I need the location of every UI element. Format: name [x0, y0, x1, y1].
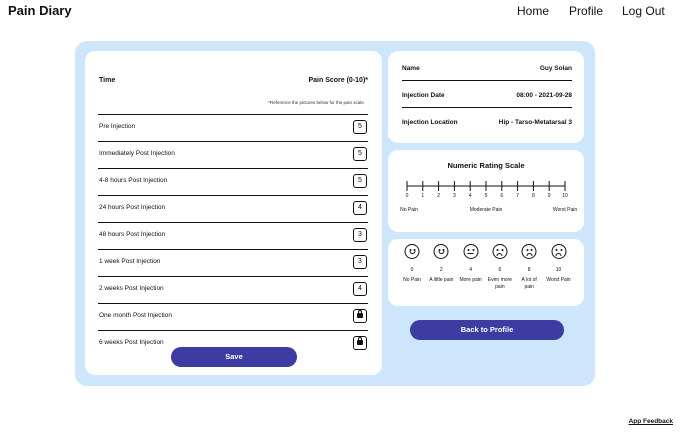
date-label: Injection Date [402, 92, 445, 99]
row-label: One month Post Injection [99, 312, 172, 319]
date-value: 08:00 - 2021-09-28 [516, 92, 572, 99]
lock-icon [357, 337, 363, 345]
save-button[interactable]: Save [171, 347, 297, 367]
scale-high-label: Worst Pain [552, 207, 578, 213]
face-value: 0 [410, 267, 414, 273]
location-value: Hip - Tarso-Metatarsal 3 [498, 119, 572, 126]
score-input[interactable]: 4 [353, 282, 367, 296]
face-value: 6 [498, 267, 502, 273]
score-input[interactable]: 3 [353, 228, 367, 242]
frown-face-icon [492, 244, 508, 259]
pain-diary-card: Time Pain Score (0-10)* *Reference the p… [85, 51, 382, 375]
scale-tick-label: 4 [468, 193, 472, 199]
scale-tick-label: 9 [547, 193, 551, 199]
scale-mid-label: Moderate Pain [469, 207, 503, 213]
row-label: 2 weeks Post Injection [99, 285, 164, 292]
info-row-name: Name Guy Solan [402, 55, 572, 81]
diary-row: 2 weeks Post Injection 4 [98, 276, 368, 303]
neutral-face-icon [463, 244, 479, 259]
scale-tick-label: 5 [484, 193, 488, 199]
name-value: Guy Solan [539, 65, 572, 72]
scale-note: *Reference the pictures below for the pa… [268, 100, 365, 105]
lock-icon [357, 310, 363, 318]
score-input[interactable]: 5 [353, 174, 367, 188]
scale-tick-label: 0 [405, 193, 409, 199]
scale-line [406, 181, 566, 191]
row-label: 4-8 hours Post Injection [99, 177, 168, 184]
sad-face-icon [521, 244, 537, 259]
face-value: 8 [527, 267, 531, 273]
scale-tick-label: 1 [421, 193, 425, 199]
info-row-date: Injection Date 08:00 - 2021-09-28 [402, 82, 572, 108]
scale-title: Numeric Rating Scale [447, 161, 525, 170]
score-input[interactable]: 5 [353, 147, 367, 161]
scale-tick-label: 2 [437, 193, 440, 199]
nav-home-link[interactable]: Home [517, 4, 549, 18]
scale-tick-label: 6 [500, 193, 504, 199]
patient-info-card: Name Guy Solan Injection Date 08:00 - 20… [388, 51, 584, 143]
diary-row: Pre Injection 5 [98, 114, 368, 141]
scale-tick-label: 7 [516, 193, 519, 199]
score-input[interactable]: 4 [353, 201, 367, 215]
smile-face-icon [433, 244, 449, 259]
nav-logout-link[interactable]: Log Out [622, 4, 665, 18]
face-value: 2 [439, 267, 443, 273]
grin-face-icon [404, 244, 420, 259]
faces-scale-card: 0 No Pain 2 A little pain 4 More pain 6 Even mo… [388, 239, 584, 306]
crying-face-icon [551, 244, 566, 259]
numeric-rating-scale-card: Numeric Rating Scale 0 1 2 3 4 5 6 7 8 9 10 No Pai… [388, 150, 584, 232]
diary-row: 48 hours Post Injection 3 [98, 222, 368, 249]
scale-tick-label: 3 [453, 193, 456, 199]
face-label: A lot of pain [521, 277, 537, 290]
face-label: Worst Pain [546, 277, 571, 283]
score-header: Pain Score (0-10)* [308, 77, 368, 84]
locked-score [353, 309, 367, 323]
face-label: Even more pain [487, 277, 512, 290]
scale-tick-label: 10 [562, 193, 568, 199]
face-value: 10 [555, 267, 562, 273]
back-to-profile-button[interactable]: Back to Profile [410, 320, 564, 340]
location-label: Injection Location [402, 119, 458, 126]
nav-profile-link[interactable]: Profile [569, 4, 603, 18]
time-header: Time [99, 77, 116, 84]
diary-row: 4-8 hours Post Injection 5 [98, 168, 368, 195]
app-feedback-link[interactable]: App Feedback [629, 418, 673, 425]
diary-row: 1 week Post Injection 3 [98, 249, 368, 276]
app-title: Pain Diary [8, 3, 72, 18]
score-input[interactable]: 5 [353, 120, 367, 134]
row-label: 24 hours Post Injection [99, 204, 166, 211]
face-value: 4 [469, 267, 472, 273]
diary-row: 24 hours Post Injection 4 [98, 195, 368, 222]
face-label: A little pain [429, 277, 454, 283]
row-label: 1 week Post Injection [99, 258, 161, 265]
face-label: No Pain [403, 277, 421, 283]
diary-row: Immediately Post Injection 5 [98, 141, 368, 168]
info-row-location: Injection Location Hip - Tarso-Metatarsa… [402, 109, 572, 135]
score-input[interactable]: 3 [353, 255, 367, 269]
scale-tick-label: 8 [532, 193, 535, 199]
main-panel: Time Pain Score (0-10)* *Reference the p… [75, 41, 595, 386]
scale-low-label: No Pain [400, 207, 418, 213]
row-label: Immediately Post Injection [99, 150, 175, 157]
diary-row: One month Post Injection [98, 303, 368, 330]
name-label: Name [402, 65, 420, 72]
row-label: Pre Injection [99, 123, 136, 130]
locked-score [353, 336, 367, 350]
row-label: 6 weeks Post Injection [99, 339, 164, 346]
row-label: 48 hours Post Injection [99, 231, 166, 238]
top-bar: Pain Diary Home Profile Log Out [0, 0, 680, 26]
face-label: More pain [459, 277, 482, 283]
